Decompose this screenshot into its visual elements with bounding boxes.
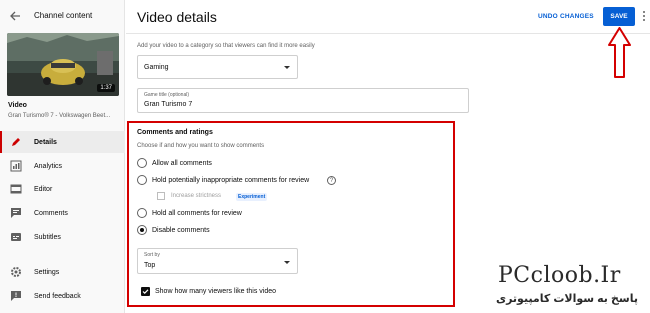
game-title-value: Gran Turismo 7 xyxy=(144,101,193,108)
sidebar-item-editor[interactable]: Editor xyxy=(0,178,125,200)
check-icon xyxy=(142,289,149,295)
sidebar-item-settings[interactable]: Settings xyxy=(0,261,125,283)
radio-label: Hold all comments for review xyxy=(152,209,242,217)
pencil-icon xyxy=(12,138,20,146)
sidebar-item-label: Send feedback xyxy=(34,292,81,300)
subtitles-icon xyxy=(11,233,21,241)
radio-button[interactable] xyxy=(137,175,147,185)
strictness-checkbox xyxy=(157,192,165,200)
sidebar-title: Channel content xyxy=(34,11,93,20)
radio-label: Allow all comments xyxy=(152,159,212,167)
game-title-label: Game title (optional) xyxy=(144,92,190,98)
radio-button[interactable] xyxy=(137,158,147,168)
feedback-icon xyxy=(11,291,21,301)
help-icon[interactable]: ? xyxy=(327,176,336,185)
sidebar-item-details[interactable]: Details xyxy=(0,131,125,153)
category-select[interactable]: Gaming xyxy=(137,55,298,79)
radio-label: Disable comments xyxy=(152,226,210,234)
sidebar-item-label: Comments xyxy=(34,209,68,217)
sidebar-item-subtitles[interactable]: Subtitles xyxy=(0,226,125,248)
comments-help-text: Choose if and how you want to show comme… xyxy=(137,143,265,149)
sidebar-item-label: Settings xyxy=(34,268,60,276)
strictness-label: Increase strictness xyxy=(171,193,222,199)
more-options-icon[interactable] xyxy=(641,10,647,24)
radio-hold-inappropriate[interactable]: Hold potentially inappropriate comments … xyxy=(137,174,309,186)
video-thumbnail[interactable]: 1:37 xyxy=(7,33,119,96)
watermark-title: PCcloob.Ir xyxy=(498,263,621,288)
caret-down-icon xyxy=(284,66,290,69)
thumbnail-duration: 1:37 xyxy=(97,84,115,92)
sidebar-item-label: Details xyxy=(34,138,57,146)
radio-hold-all[interactable]: Hold all comments for review xyxy=(137,207,242,219)
analytics-icon xyxy=(10,160,22,172)
video-name: Gran Turismo® 7 - Volkswagen Beet... xyxy=(8,113,111,119)
game-title-field[interactable]: Game title (optional) Gran Turismo 7 xyxy=(137,88,469,113)
sidebar-item-analytics[interactable]: Analytics xyxy=(0,155,125,177)
show-likes-checkbox[interactable] xyxy=(141,287,150,296)
save-button[interactable]: SAVE xyxy=(603,7,635,26)
annotation-arrow-icon xyxy=(608,27,631,78)
comments-icon xyxy=(11,208,21,218)
header-divider xyxy=(126,33,650,34)
caret-down-icon xyxy=(284,261,290,264)
undo-changes-button[interactable]: UNDO CHANGES xyxy=(538,13,594,20)
watermark-subtitle: پاسخ به سوالات کامپیوتری xyxy=(496,293,638,305)
sidebar: Channel content 1:37 Video Gran Turismo®… xyxy=(0,0,125,313)
sidebar-item-label: Analytics xyxy=(34,162,63,170)
video-label: Video xyxy=(8,102,27,109)
gear-icon xyxy=(11,267,21,277)
editor-icon xyxy=(10,184,22,194)
sidebar-item-label: Editor xyxy=(34,185,53,193)
sort-by-value: Top xyxy=(144,262,156,269)
category-value: Gaming xyxy=(144,64,169,71)
category-help-text: Add your video to a category so that vie… xyxy=(137,43,315,49)
radio-label: Hold potentially inappropriate comments … xyxy=(152,176,310,184)
radio-button[interactable] xyxy=(137,208,147,218)
sidebar-item-comments[interactable]: Comments xyxy=(0,202,125,224)
experiment-badge: Experiment xyxy=(236,193,268,201)
comments-section-title: Comments and ratings xyxy=(137,129,213,136)
sort-by-select[interactable]: Sort by Top xyxy=(137,248,298,274)
sort-by-label: Sort by xyxy=(144,252,160,258)
radio-disable-comments[interactable]: Disable comments xyxy=(137,224,210,236)
sidebar-item-label: Subtitles xyxy=(34,233,61,241)
show-likes-label: Show how many viewers like this video xyxy=(155,288,276,295)
radio-button-selected[interactable] xyxy=(137,225,147,235)
back-arrow-icon[interactable] xyxy=(9,10,21,22)
page-title: Video details xyxy=(137,9,217,25)
sidebar-header: Channel content xyxy=(0,0,125,32)
radio-allow-all[interactable]: Allow all comments xyxy=(137,157,212,169)
sidebar-item-feedback[interactable]: Send feedback xyxy=(0,285,125,307)
